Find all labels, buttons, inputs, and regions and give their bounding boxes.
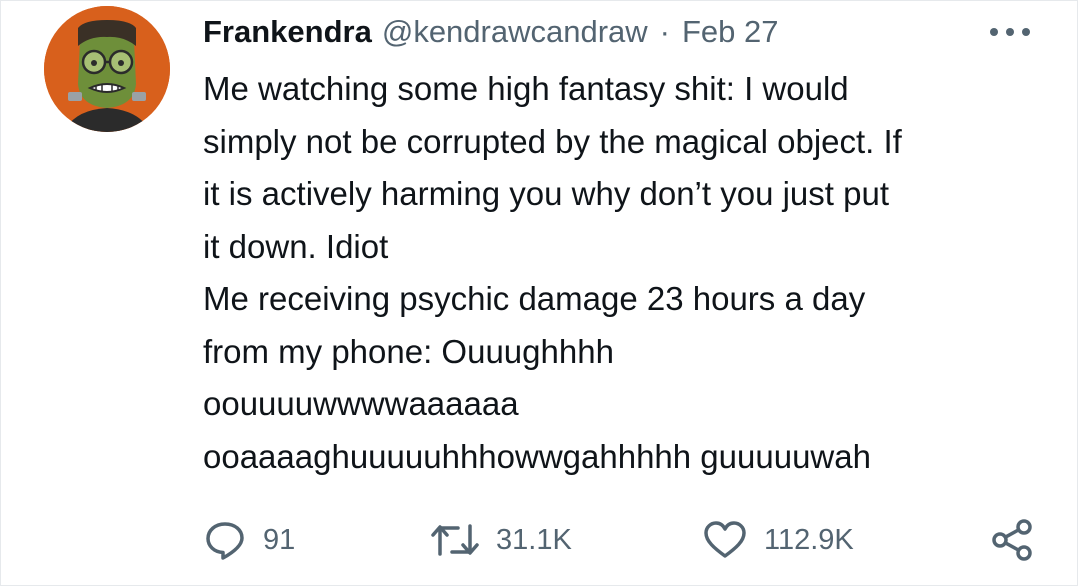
like-button[interactable]: 112.9K	[702, 510, 854, 570]
tweet-text-line: it down. Idiot	[203, 227, 389, 265]
heart-icon	[704, 521, 746, 558]
tweet-header: Frankendra @kendrawcandraw · Feb 27	[203, 9, 779, 55]
retweet-icon	[431, 524, 479, 556]
tweet-text-line: oouuuuwwwwaaaaaa	[203, 385, 519, 422]
retweet-button[interactable]: 31.1K	[430, 510, 572, 570]
tweet-text-line: Me receiving psychic damage 23 hours a d…	[203, 280, 866, 317]
header-separator: ·	[659, 14, 670, 49]
like-count: 112.9K	[764, 523, 854, 556]
tweet-actions: 91 31.1K 112.9K	[0, 510, 1080, 570]
author-name[interactable]: Frankendra	[203, 14, 372, 50]
tweet-body: Me watching some high fantasy shit: I wo…	[203, 63, 1063, 483]
tweet-text-line: Me watching some high fantasy shit: I wo…	[203, 70, 849, 107]
tweet-text-line: it is actively harming you why don’t you…	[203, 175, 889, 212]
more-options-button[interactable]	[980, 14, 1040, 50]
author-avatar[interactable]	[44, 6, 170, 132]
share-button[interactable]	[990, 510, 1034, 570]
author-handle[interactable]: @kendrawcandraw	[382, 14, 648, 50]
reply-icon	[206, 522, 244, 560]
reply-button[interactable]: 91	[203, 510, 295, 570]
retweet-count: 31.1K	[496, 523, 572, 556]
tweet-text-line: simply not be corrupted by the magical o…	[203, 122, 902, 160]
reply-count: 91	[263, 523, 296, 556]
tweet-text-line: from my phone: Ouuughhhh	[203, 332, 614, 370]
share-icon	[992, 519, 1032, 561]
tweet-text-line: ooaaaaghuuuuuhhhowwgahhhhh guuuuuwah	[203, 437, 871, 475]
frankenstein-avatar-icon	[44, 6, 170, 132]
tweet-date[interactable]: Feb 27	[682, 14, 779, 50]
more-dots-icon	[990, 28, 1030, 36]
